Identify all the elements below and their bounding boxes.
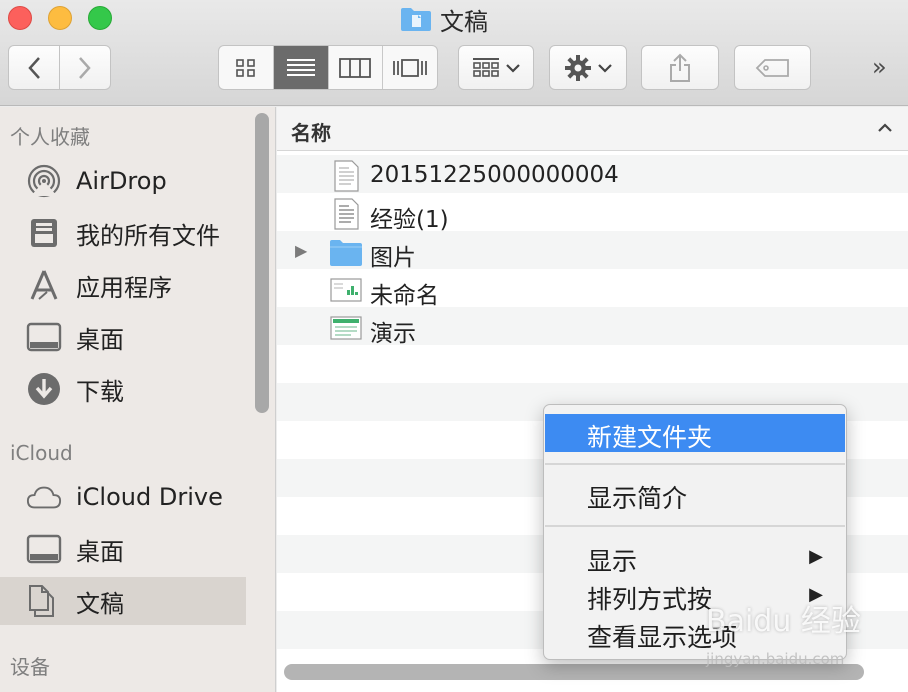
sidebar-item-label: AirDrop [76,167,167,195]
gear-icon [565,54,591,81]
cover-flow-icon [393,58,428,77]
arrange-button[interactable] [458,45,534,90]
sidebar-item-all-files[interactable]: 我的所有文件 [0,209,246,257]
submenu-arrow-icon: ▶ [809,546,823,567]
sort-ascending-icon [878,117,892,138]
arrange-icon [473,57,499,77]
sidebar-item-airdrop[interactable]: AirDrop [0,157,246,205]
share-button[interactable] [641,45,719,90]
sidebar-item-label: iCloud Drive [76,483,223,511]
airdrop-icon [26,164,62,198]
file-row[interactable]: 演示 [277,309,908,347]
sidebar-scrollbar[interactable] [255,113,269,413]
file-name: 20151225000000004 [370,162,619,188]
menu-item-label: 新建文件夹 [587,423,713,452]
column-header-name[interactable]: 名称 [277,107,908,151]
close-window-button[interactable] [8,6,32,30]
sidebar-item-icloud-desktop[interactable]: 桌面 [0,525,246,573]
icloud-icon [26,481,62,513]
history-nav [8,45,111,90]
window-title: 文稿 [400,4,488,36]
sidebar-item-label: 我的所有文件 [76,221,220,250]
file-name: 演示 [370,321,416,347]
sidebar-item-applications[interactable]: 应用程序 [0,261,246,309]
column-header-label: 名称 [291,121,331,145]
columns-icon [339,57,372,78]
menu-item-label: 显示 [587,547,638,576]
zoom-window-button[interactable] [88,6,112,30]
menu-item-new-folder[interactable]: 新建文件夹 [545,414,845,452]
document-icon [334,198,359,230]
file-name: 经验(1) [370,207,449,233]
window-toolbar: 文稿 » [0,0,908,106]
menu-item-show[interactable]: 显示 ▶ [545,538,845,576]
document-icon [334,160,359,192]
column-view-button[interactable] [329,46,384,89]
sidebar-item-downloads[interactable]: 下载 [0,365,246,413]
menu-separator [545,525,845,527]
chart-file-icon [330,278,362,302]
sidebar-item-documents[interactable]: 文稿 [0,577,246,625]
file-row[interactable]: 经验(1) [277,195,908,233]
grid-icon [236,58,255,77]
minimize-window-button[interactable] [48,6,72,30]
action-button[interactable] [549,45,627,90]
downloads-icon [26,373,62,405]
menu-separator [545,463,845,465]
toolbar-overflow-button[interactable]: » [872,53,887,81]
chevron-down-icon [506,63,520,73]
forward-button[interactable] [60,46,111,89]
file-row[interactable]: ▶ 图片 [277,233,908,271]
window-title-text: 文稿 [440,7,488,36]
menu-item-label: 排列方式按 [587,585,713,614]
watermark-url: jingyan.baidu.com [706,650,845,668]
sidebar: 个人收藏 AirDrop 我的所有文件 应用程序 桌面 下载 iCloud iC… [0,107,276,692]
sidebar-item-icloud-drive[interactable]: iCloud Drive [0,473,246,521]
sidebar-section-devices: 设备 [10,655,50,679]
desktop-icon [26,321,62,353]
documents-icon [26,585,62,617]
tag-icon [755,58,789,77]
folder-icon [330,240,362,266]
sidebar-item-label: 桌面 [76,325,124,354]
tag-button[interactable] [734,45,811,90]
cover-flow-button[interactable] [383,46,437,89]
file-row[interactable]: 未命名 [277,271,908,309]
disclosure-triangle-icon[interactable]: ▶ [295,241,307,260]
icon-view-button[interactable] [219,46,274,89]
sidebar-item-label: 桌面 [76,537,124,566]
chevron-right-icon [78,56,91,79]
sidebar-item-label: 下载 [76,377,124,406]
presentation-file-icon [330,316,362,340]
menu-item-get-info[interactable]: 显示简介 [545,475,845,513]
list-icon [286,58,315,76]
share-icon [670,53,690,82]
documents-folder-icon [401,8,431,31]
view-mode-control [218,45,438,90]
back-button[interactable] [9,46,60,89]
chevron-down-icon [598,63,612,73]
all-files-icon [26,217,62,249]
watermark-logo: Baidu 经验 [706,604,861,639]
applications-icon [26,269,62,301]
file-name: 图片 [370,245,416,271]
file-row[interactable]: 20151225000000004 [277,157,908,195]
list-view-button[interactable] [273,46,329,89]
menu-item-label: 显示简介 [587,484,688,513]
sidebar-item-desktop[interactable]: 桌面 [0,313,246,361]
desktop-icon [26,533,62,565]
file-name: 未命名 [370,283,439,309]
sidebar-section-icloud: iCloud [10,441,73,465]
sidebar-section-favorites: 个人收藏 [10,125,90,149]
sidebar-item-label: 应用程序 [76,273,172,302]
sidebar-item-label: 文稿 [76,589,124,618]
chevron-left-icon [28,56,40,79]
